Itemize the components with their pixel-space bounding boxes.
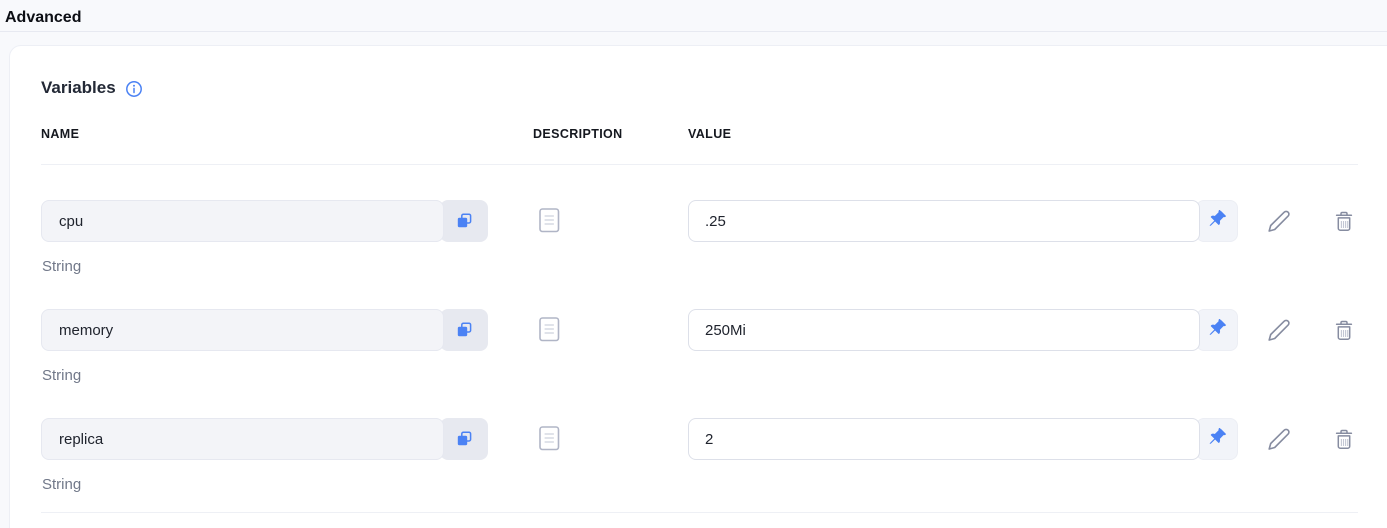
delete-variable-button[interactable] [1332, 318, 1356, 345]
note-icon [539, 208, 560, 236]
pin-button[interactable] [1196, 309, 1238, 351]
name-column: replica String [41, 418, 533, 493]
variable-name-input[interactable]: replica [41, 418, 444, 460]
name-column: memory String [41, 309, 533, 384]
variable-row-memory: memory String [41, 309, 1356, 384]
description-column [533, 418, 688, 456]
copy-button[interactable] [440, 309, 488, 351]
name-column: cpu String [41, 200, 533, 275]
value-column: 2 [688, 418, 1249, 460]
variable-row-cpu: cpu String [41, 200, 1356, 275]
variables-rows: cpu String [41, 200, 1356, 493]
variable-value-input[interactable]: 2 [688, 418, 1200, 460]
value-input-group: .25 [688, 200, 1249, 242]
trash-icon [1332, 427, 1356, 454]
pin-icon [1208, 319, 1227, 341]
table-column-headers: NAME DESCRIPTION VALUE [41, 127, 1356, 141]
info-circle-icon[interactable] [125, 80, 143, 98]
pin-icon [1208, 210, 1227, 232]
copy-icon [454, 210, 474, 233]
description-column [533, 309, 688, 347]
page-title: Advanced [5, 9, 1387, 27]
trash-icon [1332, 209, 1356, 236]
description-button[interactable] [539, 208, 560, 236]
header-divider [41, 164, 1358, 165]
variable-type-label: String [41, 258, 533, 275]
variable-name-input[interactable]: cpu [41, 200, 444, 242]
bottom-divider [41, 512, 1358, 513]
edit-variable-button[interactable] [1267, 427, 1291, 454]
variable-value-input[interactable]: .25 [688, 200, 1200, 242]
variable-value-input[interactable]: 250Mi [688, 309, 1200, 351]
copy-icon [454, 428, 474, 451]
name-input-group: replica [41, 418, 533, 460]
trash-icon [1332, 318, 1356, 345]
column-header-name: NAME [41, 127, 533, 141]
edit-variable-button[interactable] [1267, 209, 1291, 236]
delete-variable-button[interactable] [1332, 209, 1356, 236]
value-input-group: 2 [688, 418, 1249, 460]
variable-type-label: String [41, 367, 533, 384]
variable-type-label: String [41, 476, 533, 493]
copy-icon [454, 319, 474, 342]
copy-button[interactable] [440, 200, 488, 242]
value-column: .25 [688, 200, 1249, 242]
note-icon [539, 426, 560, 454]
description-column [533, 200, 688, 238]
edit-variable-button[interactable] [1267, 318, 1291, 345]
pin-button[interactable] [1196, 418, 1238, 460]
note-icon [539, 317, 560, 345]
column-header-description: DESCRIPTION [533, 127, 688, 141]
value-column: 250Mi [688, 309, 1249, 351]
variables-card: Variables NAME DESCRIPTION VALUE cpu [9, 45, 1387, 528]
description-button[interactable] [539, 317, 560, 345]
pin-icon [1208, 428, 1227, 450]
name-input-group: memory [41, 309, 533, 351]
pencil-icon [1267, 427, 1291, 454]
variables-title-row: Variables [41, 78, 1356, 98]
description-button[interactable] [539, 426, 560, 454]
delete-variable-button[interactable] [1332, 427, 1356, 454]
value-input-group: 250Mi [688, 309, 1249, 351]
pencil-icon [1267, 318, 1291, 345]
copy-button[interactable] [440, 418, 488, 460]
variable-name-input[interactable]: memory [41, 309, 444, 351]
pencil-icon [1267, 209, 1291, 236]
variables-section-title: Variables [41, 78, 116, 98]
pin-button[interactable] [1196, 200, 1238, 242]
column-header-value: VALUE [688, 127, 1356, 141]
section-header: Advanced [0, 0, 1387, 32]
variable-row-replica: replica String [41, 418, 1356, 493]
name-input-group: cpu [41, 200, 533, 242]
